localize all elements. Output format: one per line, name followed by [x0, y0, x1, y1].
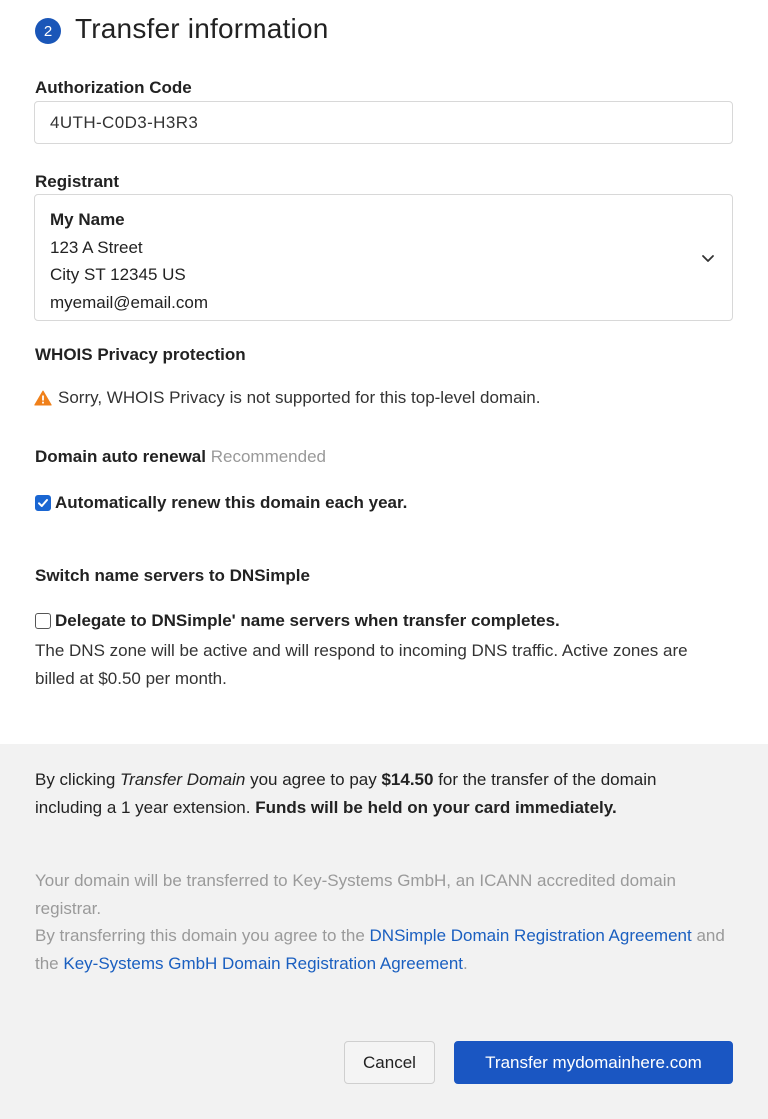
cancel-button[interactable]: Cancel	[344, 1041, 435, 1084]
transfer-button[interactable]: Transfer mydomainhere.com	[454, 1041, 733, 1084]
section-header: 2 Transfer information	[35, 13, 329, 45]
whois-warning: Sorry, WHOIS Privacy is not supported fo…	[34, 388, 540, 408]
registrant-email: myemail@email.com	[50, 292, 209, 312]
recommended-hint: Recommended	[210, 447, 326, 466]
checkmark-icon	[38, 499, 48, 507]
registrant-name: My Name	[50, 210, 125, 229]
auto-renew-label: Domain auto renewal	[35, 447, 206, 466]
auto-renew-checkbox[interactable]	[35, 495, 51, 511]
legal-text: Your domain will be transferred to Key-S…	[35, 867, 725, 977]
page-title: Transfer information	[75, 13, 329, 44]
legal-prefix: By transferring this domain you agree to…	[35, 926, 370, 945]
agree-middle: you agree to pay	[245, 770, 382, 789]
chevron-down-icon	[702, 255, 714, 262]
delegate-checkbox-label[interactable]: Delegate to DNSimple' name servers when …	[55, 611, 560, 631]
legal-end: .	[463, 953, 468, 973]
name-servers-label: Switch name servers to DNSimple	[35, 566, 310, 585]
auth-code-input[interactable]	[34, 101, 733, 144]
auth-code-label: Authorization Code	[35, 78, 192, 97]
whois-warning-text: Sorry, WHOIS Privacy is not supported fo…	[58, 388, 541, 407]
dnsimple-agreement-link[interactable]: DNSimple Domain Registration Agreement	[370, 926, 692, 945]
transfer-form: 2 Transfer information Authorization Cod…	[0, 0, 768, 744]
step-badge: 2	[35, 18, 61, 44]
agree-price: $14.50	[381, 770, 434, 789]
agreement-notice: By transferring this domain you agree to…	[35, 922, 725, 977]
registrar-notice: Your domain will be transferred to Key-S…	[35, 871, 676, 918]
auto-renew-heading: Domain auto renewal Recommended	[35, 447, 326, 467]
delegate-checkbox[interactable]	[35, 613, 51, 629]
dns-zone-description: The DNS zone will be active and will res…	[35, 641, 688, 688]
key-systems-agreement-link[interactable]: Key-Systems GmbH Domain Registration Agr…	[63, 954, 463, 973]
registrant-select[interactable]: My Name 123 A Street City ST 12345 US my…	[34, 194, 733, 321]
auto-renew-checkbox-label[interactable]: Automatically renew this domain each yea…	[55, 493, 407, 513]
auto-renew-row[interactable]: Automatically renew this domain each yea…	[35, 493, 407, 513]
payment-agreement: By clicking Transfer Domain you agree to…	[35, 766, 725, 821]
registrant-street: 123 A Street	[50, 237, 143, 257]
whois-label: WHOIS Privacy protection	[35, 345, 246, 364]
delegate-row[interactable]: Delegate to DNSimple' name servers when …	[35, 611, 560, 631]
footer-panel: By clicking Transfer Domain you agree to…	[0, 744, 768, 1119]
registrant-city: City ST 12345 US	[50, 265, 186, 284]
agree-prefix: By clicking	[35, 770, 121, 789]
funds-held-notice: Funds will be held on your card immediat…	[255, 797, 617, 817]
warning-icon	[34, 390, 52, 406]
registrant-label: Registrant	[35, 172, 120, 191]
agree-action: Transfer Domain	[120, 770, 246, 789]
